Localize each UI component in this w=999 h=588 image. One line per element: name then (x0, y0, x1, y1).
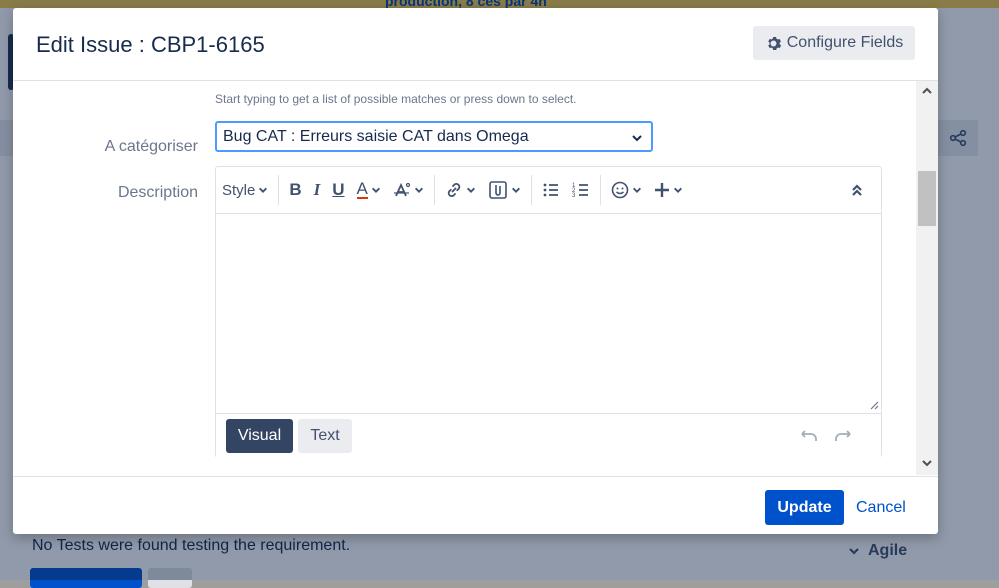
plus-icon (654, 183, 669, 197)
cancel-link[interactable]: Cancel (856, 499, 906, 517)
chevron-down-icon (673, 187, 682, 193)
underline-button[interactable]: U (326, 175, 350, 205)
italic-label: I (313, 180, 321, 199)
chevron-down-icon (632, 135, 642, 142)
link-dropdown[interactable] (439, 175, 482, 205)
dialog-scrollbar[interactable] (916, 81, 938, 475)
gear-icon (767, 36, 781, 50)
editor-footer: Visual Text (216, 413, 881, 458)
style-label: Style (222, 181, 256, 199)
svg-text:3: 3 (572, 193, 576, 199)
toolbar-divider (433, 175, 435, 205)
redo-icon[interactable] (834, 430, 852, 442)
text-mode-tab[interactable]: Text (298, 419, 352, 453)
text-mode-label: Text (310, 427, 340, 444)
numbered-list-button[interactable]: 123 (566, 175, 596, 205)
chevron-down-icon (632, 187, 641, 193)
dialog-body: Start typing to get a list of possible m… (13, 81, 938, 475)
configure-fields-button[interactable]: Configure Fields (753, 26, 915, 60)
dialog-header: Edit Issue : CBP1-6165 Configure Fields (13, 8, 938, 81)
underline-label: U (332, 180, 345, 199)
description-label: Description (117, 184, 198, 201)
chevron-down-icon (511, 187, 520, 193)
bold-label: B (289, 180, 302, 199)
toolbar-divider (530, 175, 532, 205)
chevron-down-icon (466, 187, 475, 193)
emoji-icon (611, 181, 629, 199)
update-button[interactable]: Update (765, 490, 844, 525)
bullet-list-icon (543, 183, 558, 197)
bold-button[interactable]: B (283, 175, 307, 205)
toolbar-divider (599, 175, 601, 205)
categoriser-select[interactable]: Bug CAT : Erreurs saisie CAT dans Omega (215, 121, 653, 152)
description-textarea[interactable] (216, 214, 881, 412)
configure-fields-label: Configure Fields (786, 34, 904, 51)
editor-toolbar: Style B I U A 1 2 3 (216, 167, 881, 214)
text-color-label: A (356, 179, 368, 199)
categoriser-label: A catégoriser (104, 138, 198, 155)
text-color-dropdown[interactable]: A (351, 175, 387, 205)
update-label: Update (777, 498, 832, 516)
scroll-up-icon[interactable] (921, 85, 933, 97)
visual-mode-label: Visual (237, 427, 282, 444)
style-dropdown[interactable]: Style (216, 175, 274, 205)
resize-icon[interactable] (869, 400, 879, 410)
bullet-list-button[interactable] (536, 175, 566, 205)
collapse-icon (852, 184, 862, 196)
field-hint: Start typing to get a list of possible m… (215, 92, 577, 106)
text-effects-dropdown[interactable] (387, 175, 430, 205)
chevron-down-icon (371, 187, 380, 193)
scroll-down-icon[interactable] (921, 457, 933, 469)
attachment-dropdown[interactable] (482, 175, 527, 205)
collapse-toolbar-button[interactable] (845, 175, 869, 205)
text-effects-icon (393, 182, 410, 197)
categoriser-value: Bug CAT : Erreurs saisie CAT dans Omega (223, 127, 529, 145)
italic-button[interactable]: I (308, 175, 327, 205)
dialog-title: Edit Issue : CBP1-6165 (36, 32, 265, 57)
emoji-dropdown[interactable] (605, 175, 648, 205)
toolbar-divider (278, 175, 280, 205)
numbered-list-icon: 123 (572, 183, 588, 199)
chevron-down-icon (259, 187, 268, 193)
insert-more-dropdown[interactable] (648, 175, 689, 205)
dialog-footer: Update Cancel (13, 476, 938, 534)
edit-issue-dialog: Edit Issue : CBP1-6165 Configure Fields … (13, 8, 938, 534)
scrollbar-thumb[interactable] (918, 171, 936, 226)
description-editor: Style B I U A 1 2 3 Visual Text (215, 166, 882, 458)
undo-icon[interactable] (800, 430, 818, 442)
visual-mode-tab[interactable]: Visual (226, 419, 293, 453)
chevron-down-icon (414, 187, 423, 193)
attachment-icon (489, 181, 507, 199)
link-icon (447, 183, 461, 197)
